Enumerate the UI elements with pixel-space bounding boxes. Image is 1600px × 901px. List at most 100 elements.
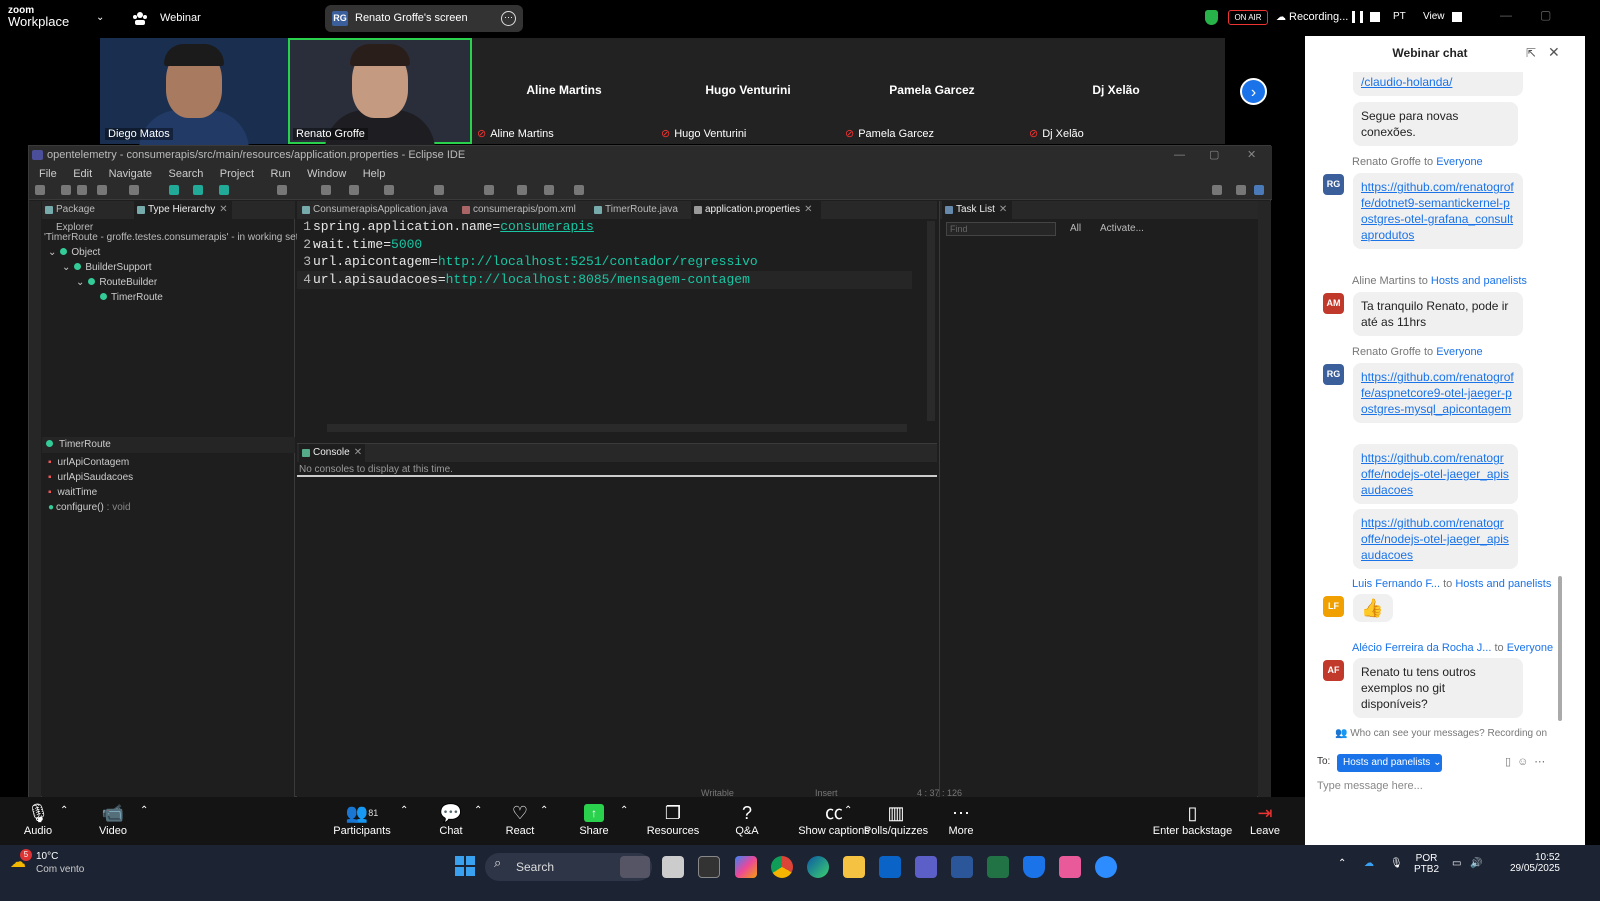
view-button[interactable]: View [1423,11,1445,22]
task-view-icon[interactable] [662,856,684,878]
maximize-icon[interactable]: ▢ [1540,8,1551,22]
external-tools-icon[interactable] [219,185,229,195]
pause-recording-button[interactable] [1352,11,1363,23]
chevron-up-icon[interactable]: ⌃ [60,805,68,816]
volume-icon[interactable]: 🔊 [1470,858,1482,869]
participants-button[interactable]: 👥81 Participants [327,801,397,837]
defender-app-icon[interactable] [1023,856,1045,878]
popout-icon[interactable]: ⇱ [1526,46,1536,60]
chevron-down-icon[interactable]: ⌄ [96,12,104,23]
search-icon[interactable] [1212,185,1222,195]
network-icon[interactable]: ▭ [1452,858,1461,869]
weather-description[interactable]: Com vento [36,864,84,875]
close-icon[interactable]: ✕ [354,447,362,458]
participant-tile[interactable]: Hugo Venturini ⊘ Hugo Venturini [656,38,840,144]
chrome-app-icon[interactable] [771,856,793,878]
security-shield-icon[interactable] [1205,10,1218,25]
recipient-dropdown[interactable]: Hosts and panelists ⌄ [1337,754,1442,772]
close-icon[interactable]: ✕ [999,204,1007,215]
minimize-icon[interactable]: — [1174,146,1185,164]
menu-search[interactable]: Search [168,168,203,180]
outlook-app-icon[interactable] [879,856,901,878]
microphone-icon[interactable]: 🎙 [1390,858,1403,869]
screen-share-pill[interactable]: RG Renato Groffe's screen ··· [325,5,523,32]
chat-scrollbar[interactable] [1558,576,1562,721]
code-line[interactable]: spring.application.name=consumerapis [313,219,594,234]
chevron-up-icon[interactable]: ⌃ [400,805,408,816]
member-field[interactable]: ▪ urlApiContagem [48,457,129,468]
qa-button[interactable]: ? Q&A [712,801,782,837]
stop-recording-button[interactable] [1370,12,1380,22]
chat-link[interactable]: https://github.com/renatogroffe/dotnet9-… [1361,180,1514,242]
tree-item-timerroute[interactable]: TimerRoute [100,292,163,303]
participant-tile[interactable]: Pamela Garcez ⊘ Pamela Garcez [840,38,1024,144]
word-app-icon[interactable] [951,856,973,878]
vertical-scrollbar[interactable] [927,221,935,421]
code-line[interactable]: url.apisaudacoes=http://localhost:8085/m… [313,272,750,287]
polls-button[interactable]: ▥ Polls/quizzes [856,801,936,837]
chevron-up-icon[interactable]: ⌃ [844,805,852,816]
code-line[interactable]: url.apicontagem=http://localhost:5251/co… [313,254,758,269]
new-icon[interactable] [35,185,45,195]
menu-file[interactable]: File [39,168,57,180]
terminal-app-icon[interactable] [698,856,720,878]
zoom-app-icon[interactable] [1095,856,1117,878]
search-icon[interactable] [349,185,359,195]
leave-button[interactable]: ⇥ Leave [1230,801,1300,837]
task-activate-link[interactable]: Activate... [1100,223,1144,234]
chevron-down-icon[interactable]: ⌄ [62,262,70,273]
member-field[interactable]: ▪ waitTime [48,487,97,498]
tree-item-routebuilder[interactable]: ⌄ RouteBuilder [76,277,157,288]
excel-app-icon[interactable] [987,856,1009,878]
more-icon[interactable]: ⋯ [1534,756,1551,768]
chevron-up-icon[interactable]: ⌃ [140,805,148,816]
participant-tile-active[interactable]: Renato Groffe [288,38,472,150]
weather-temperature[interactable]: 10°C [36,851,58,862]
terminal-icon[interactable] [129,185,139,195]
toggle-icon[interactable] [277,185,287,195]
participant-tile[interactable]: Dj Xelão ⊘ Dj Xelão [1024,38,1208,144]
chat-link[interactable]: https://github.com/renatogroffe/nodejs-o… [1361,451,1509,497]
share-button[interactable]: ↑ Share [559,801,629,837]
windows-start-button[interactable] [455,856,475,876]
close-icon[interactable]: ✕ [1548,44,1560,61]
member-field[interactable]: ▪ urlApiSaudacoes [48,472,133,483]
teams-app-icon[interactable] [915,856,937,878]
tab-timerroute[interactable]: TimerRoute.java [591,201,687,219]
participant-tile[interactable]: Aline Martins ⊘ Aline Martins [472,38,656,144]
task-filter-all[interactable]: All [1070,223,1081,234]
chevron-down-icon[interactable]: ⌄ [76,277,84,288]
menu-edit[interactable]: Edit [73,168,92,180]
save-icon[interactable] [61,185,71,195]
tab-pom-xml[interactable]: consumerapis/pom.xml [459,201,589,219]
forward-icon[interactable] [517,185,527,195]
enter-backstage-button[interactable]: ▯ Enter backstage [1150,801,1235,837]
close-icon[interactable]: ✕ [219,204,227,215]
onedrive-icon[interactable]: ☁ [1364,858,1374,869]
chat-link[interactable]: /claudio-holanda/ [1361,75,1452,89]
chevron-down-icon[interactable]: ⌄ [48,247,56,258]
more-button[interactable]: ⋯ More [926,801,996,837]
participant-tile[interactable]: Diego Matos [100,38,288,150]
tab-console[interactable]: Console ✕ [299,444,365,462]
menu-help[interactable]: Help [363,168,386,180]
tab-application-properties[interactable]: application.properties ✕ [691,201,821,219]
webinar-label[interactable]: Webinar [160,12,201,24]
chevron-up-icon[interactable]: ⌃ [620,805,628,816]
chat-link[interactable]: https://github.com/renatogroffe/aspnetco… [1361,370,1514,416]
file-icon[interactable]: ▯ [1505,756,1517,768]
edge-app-icon[interactable] [807,856,829,878]
tab-package-explorer[interactable]: Package Explorer [42,201,134,233]
more-icon[interactable]: ··· [501,11,516,26]
minimize-icon[interactable]: — [1500,8,1512,22]
grid-view-icon[interactable] [1452,12,1462,22]
chevron-up-icon[interactable]: ⌃ [474,805,482,816]
menu-project[interactable]: Project [220,168,254,180]
save-all-icon[interactable] [77,185,87,195]
gallery-next-button[interactable]: › [1240,78,1267,105]
video-button[interactable]: 📹 Video [78,801,148,837]
next-annotation-icon[interactable] [434,185,444,195]
clock[interactable]: 10:52 29/05/2025 [1500,852,1560,874]
open-perspective-icon[interactable] [1236,185,1246,195]
emoji-icon[interactable]: ☺ [1517,756,1534,768]
